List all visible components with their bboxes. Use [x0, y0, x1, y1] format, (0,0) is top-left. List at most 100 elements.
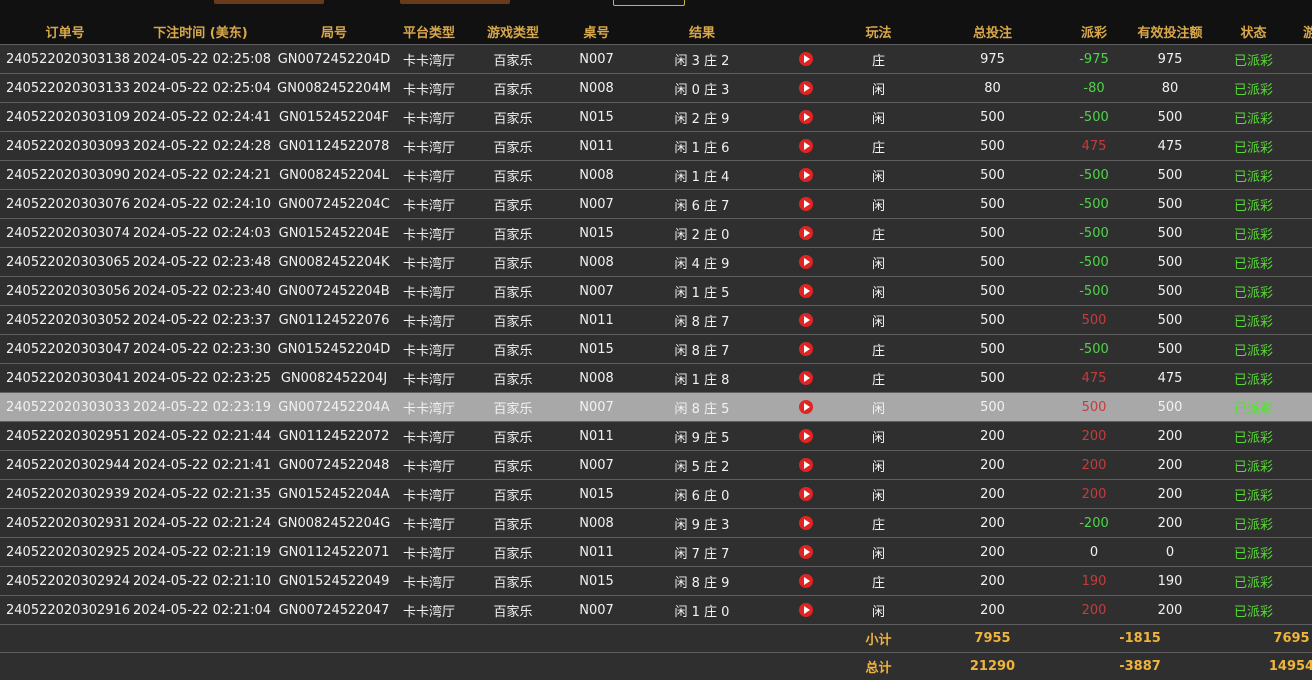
play-video-icon[interactable]: [799, 429, 813, 443]
cell-video: [776, 190, 836, 219]
table-row[interactable]: 2405220203029392024-05-22 02:21:35GN0152…: [0, 480, 1312, 509]
table-row[interactable]: 2405220203031382024-05-22 02:25:08GN0072…: [0, 45, 1312, 74]
cell-table-no: N007: [565, 45, 628, 74]
cell-round-id: GN0152452204A: [271, 480, 397, 509]
play-video-icon[interactable]: [799, 342, 813, 356]
table-row[interactable]: 2405220203030472024-05-22 02:23:30GN0152…: [0, 335, 1312, 364]
toolbar-tab-1[interactable]: [214, 0, 324, 4]
play-video-icon[interactable]: [799, 603, 813, 617]
cell-video: [776, 480, 836, 509]
table-row[interactable]: 2405220203031332024-05-22 02:25:04GN0082…: [0, 74, 1312, 103]
table-row[interactable]: 2405220203029512024-05-22 02:21:44GN0112…: [0, 422, 1312, 451]
table-row[interactable]: 2405220203030412024-05-22 02:23:25GN0082…: [0, 364, 1312, 393]
table-row[interactable]: 2405220203030332024-05-22 02:23:19GN0072…: [0, 393, 1312, 422]
cell-bet-type: 庄: [836, 335, 921, 364]
play-video-icon[interactable]: [799, 371, 813, 385]
table-row[interactable]: 2405220203030652024-05-22 02:23:48GN0082…: [0, 248, 1312, 277]
cell-bet-time: 2024-05-22 02:24:03: [130, 219, 271, 248]
column-header-payout: 派彩: [1064, 18, 1124, 45]
cell-bet-type: 闲: [836, 103, 921, 132]
cell-table-no: N011: [565, 422, 628, 451]
cell-payout: 190: [1064, 567, 1124, 596]
cell-platform: 卡卡湾厅: [397, 393, 461, 422]
play-video-icon[interactable]: [799, 516, 813, 530]
cell-valid-bet: 500: [1124, 103, 1216, 132]
cell-status: 已派彩: [1216, 364, 1291, 393]
cell-payout: -500: [1064, 248, 1124, 277]
column-header-order-id: 订单号: [0, 18, 130, 45]
cell-game-type: 百家乐: [461, 45, 565, 74]
cell-bet-type: 庄: [836, 132, 921, 161]
play-video-icon[interactable]: [799, 81, 813, 95]
play-video-icon[interactable]: [799, 52, 813, 66]
toolbar-tab-active[interactable]: [613, 0, 685, 6]
play-video-icon[interactable]: [799, 574, 813, 588]
table-row[interactable]: 2405220203029252024-05-22 02:21:19GN0112…: [0, 538, 1312, 567]
cell-valid-bet: 200: [1124, 422, 1216, 451]
play-video-icon[interactable]: [799, 458, 813, 472]
cell-video: [776, 335, 836, 364]
cell-valid-bet: 500: [1124, 190, 1216, 219]
cell-valid-bet: 200: [1124, 451, 1216, 480]
cell-order-id: 240522020302916: [0, 596, 130, 625]
play-video-icon[interactable]: [799, 284, 813, 298]
table-row[interactable]: 2405220203029442024-05-22 02:21:41GN0072…: [0, 451, 1312, 480]
table-row[interactable]: 2405220203030522024-05-22 02:23:37GN0112…: [0, 306, 1312, 335]
table-row[interactable]: 2405220203029162024-05-22 02:21:04GN0072…: [0, 596, 1312, 625]
grand-total-total-bet: 21290: [921, 653, 1064, 680]
cell-round-id: GN0082452204M: [271, 74, 397, 103]
play-video-icon[interactable]: [799, 487, 813, 501]
cell-table-no: N007: [565, 393, 628, 422]
cell-bet-time: 2024-05-22 02:21:24: [130, 509, 271, 538]
cell-valid-bet: 500: [1124, 335, 1216, 364]
cell-status: 已派彩: [1216, 74, 1291, 103]
cell-bet-time: 2024-05-22 02:25:04: [130, 74, 271, 103]
cell-table-no: N008: [565, 161, 628, 190]
subtotal-row: 小计 7955 -1815 7695: [0, 625, 1312, 653]
cell-video: [776, 277, 836, 306]
play-video-icon[interactable]: [799, 110, 813, 124]
cell-payout: -975: [1064, 45, 1124, 74]
play-video-icon[interactable]: [799, 226, 813, 240]
cell-status: 已派彩: [1216, 248, 1291, 277]
cell-valid-bet: 0: [1124, 538, 1216, 567]
cell-order-id: 240522020303138: [0, 45, 130, 74]
cell-video: [776, 364, 836, 393]
cell-platform: 卡卡湾厅: [397, 364, 461, 393]
cell-game-mode: 多台: [1291, 103, 1312, 132]
play-video-icon[interactable]: [799, 255, 813, 269]
cell-result: 闲 0 庄 3: [628, 74, 776, 103]
play-video-icon[interactable]: [799, 545, 813, 559]
cell-result: 闲 3 庄 2: [628, 45, 776, 74]
play-video-icon[interactable]: [799, 400, 813, 414]
grand-total-row: 总计 21290 -3887 14954: [0, 653, 1312, 680]
cell-platform: 卡卡湾厅: [397, 74, 461, 103]
cell-table-no: N015: [565, 219, 628, 248]
cell-round-id: GN01124522071: [271, 538, 397, 567]
table-row[interactable]: 2405220203030562024-05-22 02:23:40GN0072…: [0, 277, 1312, 306]
table-row[interactable]: 2405220203030932024-05-22 02:24:28GN0112…: [0, 132, 1312, 161]
cell-valid-bet: 500: [1124, 248, 1216, 277]
cell-bet-time: 2024-05-22 02:23:48: [130, 248, 271, 277]
cell-status: 已派彩: [1216, 190, 1291, 219]
cell-order-id: 240522020303052: [0, 306, 130, 335]
table-row[interactable]: 2405220203030762024-05-22 02:24:10GN0072…: [0, 190, 1312, 219]
play-video-icon[interactable]: [799, 197, 813, 211]
cell-result: 闲 2 庄 0: [628, 219, 776, 248]
cell-platform: 卡卡湾厅: [397, 190, 461, 219]
cell-valid-bet: 80: [1124, 74, 1216, 103]
play-video-icon[interactable]: [799, 139, 813, 153]
cell-table-no: N008: [565, 509, 628, 538]
cell-platform: 卡卡湾厅: [397, 103, 461, 132]
table-row[interactable]: 2405220203029312024-05-22 02:21:24GN0082…: [0, 509, 1312, 538]
play-video-icon[interactable]: [799, 168, 813, 182]
toolbar-tab-2[interactable]: [400, 0, 510, 4]
cell-order-id: 240522020303133: [0, 74, 130, 103]
table-row[interactable]: 2405220203029242024-05-22 02:21:10GN0152…: [0, 567, 1312, 596]
cell-status: 已派彩: [1216, 132, 1291, 161]
table-row[interactable]: 2405220203031092024-05-22 02:24:41GN0152…: [0, 103, 1312, 132]
play-video-icon[interactable]: [799, 313, 813, 327]
table-row[interactable]: 2405220203030742024-05-22 02:24:03GN0152…: [0, 219, 1312, 248]
column-header-platform-type: 平台类型: [397, 18, 461, 45]
table-row[interactable]: 2405220203030902024-05-22 02:24:21GN0082…: [0, 161, 1312, 190]
